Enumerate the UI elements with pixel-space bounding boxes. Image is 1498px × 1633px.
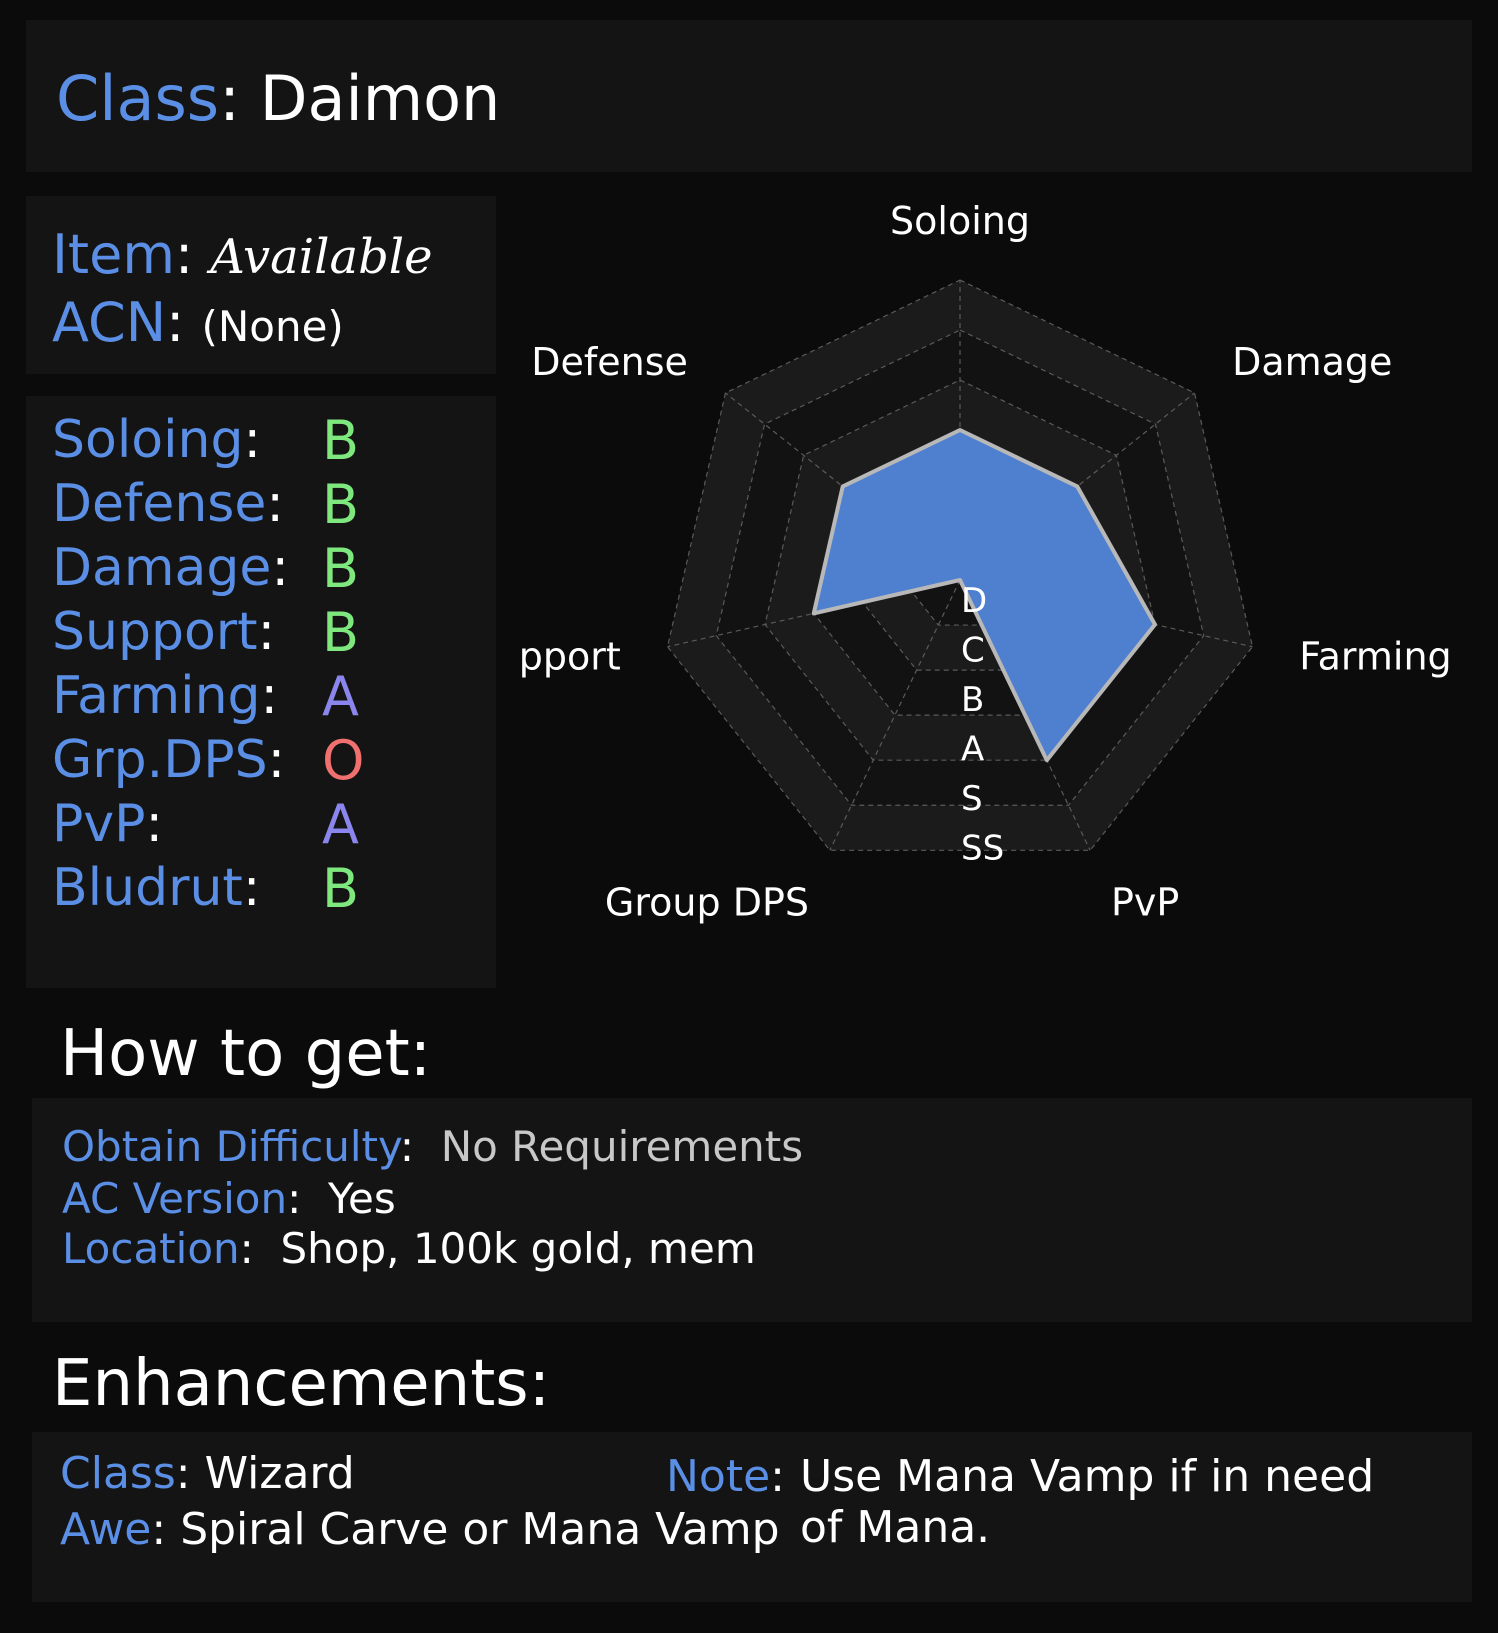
rating-row-pvp: PvP: A	[52, 793, 359, 856]
rating-row-damage: Damage: B	[52, 537, 360, 600]
rating-label: Bludrut	[52, 858, 243, 918]
rating-grade: A	[322, 793, 359, 856]
enh-awe-label: Awe	[60, 1504, 152, 1555]
acn-row: ACN: (None)	[52, 291, 344, 354]
class-label: Class	[56, 62, 220, 135]
rating-row-defense: Defense: B	[52, 473, 360, 536]
radar-axis-label: Support	[520, 634, 621, 678]
note-value: Use Mana Vamp if in need of Mana.	[800, 1451, 1375, 1553]
rating-grade: B	[322, 857, 360, 920]
acn-label: ACN	[52, 291, 167, 354]
rating-label: Support	[52, 602, 258, 662]
enhancements-title: Enhancements:	[52, 1347, 551, 1421]
rating-grade: B	[322, 473, 360, 536]
rating-grade: B	[322, 601, 360, 664]
item-value: Available	[210, 229, 433, 285]
rating-label: Soloing	[52, 410, 244, 470]
radar-scale-label: D	[961, 581, 987, 621]
radar-axis-label: Defense	[531, 340, 688, 384]
rating-row-bludrut: Bludrut: B	[52, 857, 360, 920]
radar-axis-label: Damage	[1232, 340, 1392, 384]
radar-scale-label: C	[961, 631, 985, 671]
radar-scale-label: S	[961, 779, 983, 819]
radar-axis-label: PvP	[1111, 881, 1179, 925]
acn-value: (None)	[201, 302, 344, 351]
rating-row-farming: Farming: A	[52, 665, 359, 728]
radar-axis-label: Farming	[1299, 634, 1451, 678]
rating-label: PvP	[52, 794, 146, 854]
rating-row-grp-dps: Grp.DPS: O	[52, 729, 365, 792]
rating-row-soloing: Soloing: B	[52, 409, 360, 472]
rating-label: Damage	[52, 538, 272, 598]
obtain-difficulty-label: Obtain Difficulty	[62, 1122, 400, 1171]
rating-label: Defense	[52, 474, 267, 534]
ratings-panel: Soloing: B Defense: B Damage: B Support: B Farmi…	[26, 396, 496, 988]
location-row: Location: Shop, 100k gold, mem	[62, 1224, 756, 1273]
note-label: Note	[666, 1451, 771, 1502]
ac-version-value: Yes	[327, 1174, 396, 1223]
enh-class-row: Class: Wizard	[60, 1448, 355, 1499]
rating-label: Grp.DPS	[52, 730, 268, 790]
radar-axis-label: Soloing	[890, 200, 1030, 243]
class-title: Class: Daimon	[56, 62, 501, 135]
obtain-difficulty-value: No Requirements	[440, 1122, 804, 1171]
ac-version-label: AC Version	[62, 1174, 288, 1223]
location-label: Location	[62, 1224, 240, 1273]
enhancements-panel: Class: Wizard Awe: Spiral Carve or Mana …	[32, 1432, 1472, 1602]
enh-class-label: Class	[60, 1448, 176, 1499]
location-value: Shop, 100k gold, mem	[280, 1224, 756, 1273]
rating-grade: O	[322, 729, 365, 792]
radar-scale-label: B	[961, 680, 984, 720]
radar-scale-label: SS	[961, 829, 1004, 869]
rating-grade: B	[322, 537, 360, 600]
how-to-get-panel: Obtain Difficulty: No Requirements AC Ve…	[32, 1098, 1472, 1322]
rating-grade: B	[322, 409, 360, 472]
rating-row-support: Support: B	[52, 601, 360, 664]
class-value: Daimon	[259, 62, 501, 135]
radar-scale-label: A	[961, 730, 984, 770]
how-to-get-title: How to get:	[60, 1017, 432, 1091]
ac-version-row: AC Version: Yes	[62, 1174, 396, 1223]
class-header-panel: Class: Daimon	[26, 20, 1472, 172]
rating-label: Farming	[52, 666, 261, 726]
item-row: Item: Available	[52, 223, 433, 286]
enh-awe-row: Awe: Spiral Carve or Mana Vamp	[60, 1504, 780, 1555]
item-label: Item	[52, 223, 175, 286]
obtain-difficulty-row: Obtain Difficulty: No Requirements	[62, 1122, 804, 1171]
item-panel: Item: Available ACN: (None)	[26, 196, 496, 374]
radar-chart: DCBASSS SoloingDamageFarmingPvPGroup DPS…	[520, 200, 1452, 925]
enh-class-value: Wizard	[204, 1448, 355, 1499]
rating-grade: A	[322, 665, 359, 728]
enh-awe-value: Spiral Carve or Mana Vamp	[180, 1504, 780, 1555]
radar-axis-label: Group DPS	[605, 881, 809, 925]
